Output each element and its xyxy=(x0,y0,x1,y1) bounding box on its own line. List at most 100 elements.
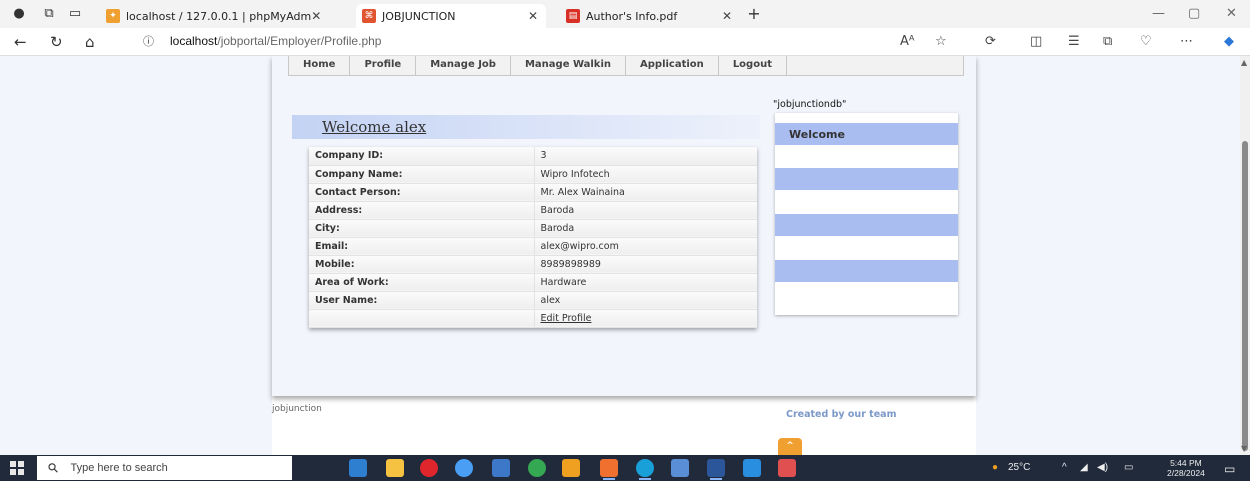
footer-credit: Created by our team xyxy=(786,409,897,420)
browser-essentials-icon[interactable]: ♡ xyxy=(1140,34,1152,49)
favorites-icon[interactable]: ☰ xyxy=(1068,34,1080,49)
profile-avatar-icon[interactable]: ● xyxy=(10,5,28,23)
opera-icon[interactable] xyxy=(420,459,438,477)
scroll-down-arrow-icon[interactable]: ▼ xyxy=(1241,444,1247,453)
table-row: Contact Person: Mr. Alex Wainaina xyxy=(309,183,757,202)
file-explorer-icon[interactable] xyxy=(386,459,404,477)
workspaces-icon[interactable]: ⧉ xyxy=(40,5,58,23)
taskbar-clock[interactable]: 5:44 PM 2/28/2024 xyxy=(1167,458,1205,478)
close-tab-icon[interactable]: ✕ xyxy=(528,9,538,23)
home-icon[interactable]: ⌂ xyxy=(85,33,95,51)
xampp-icon[interactable] xyxy=(600,459,618,480)
menu-profile[interactable]: Profile xyxy=(350,56,417,75)
chrome-icon[interactable] xyxy=(528,459,546,477)
url-host: localhost xyxy=(170,34,218,48)
notifications-icon[interactable]: ▭ xyxy=(1224,462,1235,476)
tab-strip: ● ⧉ ▭ ✦ localhost / 127.0.0.1 | phpMyAdm… xyxy=(0,0,1250,28)
field-value: 8989898989 xyxy=(534,255,757,274)
read-aloud-icon[interactable]: Aᴬ xyxy=(900,34,915,49)
table-row: Area of Work: Hardware xyxy=(309,273,757,292)
field-label: Contact Person: xyxy=(309,183,535,202)
edge-icon[interactable] xyxy=(636,459,654,480)
side-panel: Welcome xyxy=(775,113,958,315)
vlc-icon[interactable] xyxy=(562,459,580,477)
side-band xyxy=(775,260,958,282)
tab-phpmyadmin[interactable]: ✦ localhost / 127.0.0.1 | phpMyAdm ✕ xyxy=(100,4,325,28)
app-icon[interactable] xyxy=(455,459,473,477)
url-field[interactable]: localhost/jobportal/Employer/Profile.php xyxy=(170,34,381,48)
field-label: Mobile: xyxy=(309,255,535,274)
page-scrollbar[interactable]: ▲ ▼ xyxy=(1240,56,1250,455)
menu-logout[interactable]: Logout xyxy=(719,56,787,75)
vscode-icon[interactable] xyxy=(743,459,761,477)
minimize-icon[interactable]: — xyxy=(1152,6,1165,21)
field-value: Mr. Alex Wainaina xyxy=(534,183,757,202)
scroll-to-top-button[interactable]: ^ xyxy=(778,438,802,455)
store-icon[interactable] xyxy=(492,459,510,477)
phpmyadmin-favicon-icon: ✦ xyxy=(106,9,120,23)
table-row: Mobile: 8989898989 xyxy=(309,255,757,274)
tab-jobjunction[interactable]: ⌘ JOBJUNCTION ✕ xyxy=(356,4,546,28)
scrollbar-thumb[interactable] xyxy=(1242,141,1248,451)
tab-title: localhost / 127.0.0.1 | phpMyAdm xyxy=(126,9,312,23)
page-viewport: Home Profile Manage Job Manage Walkin Ap… xyxy=(0,56,1240,455)
menu-manage-walkin[interactable]: Manage Walkin xyxy=(511,56,627,75)
menu-manage-job[interactable]: Manage Job xyxy=(416,56,511,75)
weather-icon[interactable]: ● xyxy=(992,462,998,473)
scroll-up-arrow-icon[interactable]: ▲ xyxy=(1241,58,1247,67)
tab-title: JOBJUNCTION xyxy=(382,9,456,23)
taskbar: ⚲ Type here to search ● 25°C ^ ◢ ◀) ▭ 5:… xyxy=(0,455,1250,481)
jobjunction-favicon-icon: ⌘ xyxy=(362,9,376,23)
volume-icon[interactable]: ◀) xyxy=(1097,462,1108,473)
menu-home[interactable]: Home xyxy=(289,56,351,75)
network-icon[interactable]: ◢ xyxy=(1080,462,1088,473)
restore-icon[interactable]: ▢ xyxy=(1188,6,1200,21)
address-bar: ← ↻ ⌂ ⓘ localhost/jobportal/Employer/Pro… xyxy=(0,28,1250,56)
close-tab-icon[interactable]: ✕ xyxy=(722,9,732,23)
close-window-icon[interactable]: ✕ xyxy=(1226,6,1237,21)
refresh-icon[interactable]: ↻ xyxy=(50,33,63,51)
field-value: Baroda xyxy=(534,201,757,220)
field-value: Wipro Infotech xyxy=(534,165,757,184)
taskbar-search[interactable]: ⚲ Type here to search xyxy=(37,456,292,480)
field-value: alex xyxy=(534,291,757,310)
edit-cell: Edit Profile xyxy=(534,309,757,328)
extensions-icon[interactable]: ⟳ xyxy=(985,34,996,49)
menu-application[interactable]: Application xyxy=(626,56,719,75)
field-value: Hardware xyxy=(534,273,757,292)
table-row: Email: alex@wipro.com xyxy=(309,237,757,256)
table-row: Address: Baroda xyxy=(309,201,757,220)
footer-brand: jobjunction xyxy=(272,404,322,414)
table-row: Edit Profile xyxy=(309,309,757,328)
edit-profile-link[interactable]: Edit Profile xyxy=(541,313,592,324)
database-name: "jobjunctiondb" xyxy=(773,99,847,110)
new-tab-button[interactable]: + xyxy=(745,5,763,23)
field-label: Email: xyxy=(309,237,535,256)
pdf-app-icon[interactable] xyxy=(778,459,796,477)
favorite-star-icon[interactable]: ☆ xyxy=(935,34,947,49)
more-menu-icon[interactable]: ⋯ xyxy=(1180,34,1193,49)
mail-app-icon[interactable] xyxy=(349,459,367,477)
side-band xyxy=(775,168,958,190)
info-icon[interactable]: ⓘ xyxy=(143,33,154,51)
welcome-banner: Welcome alex xyxy=(292,115,760,139)
windows-start-icon[interactable] xyxy=(10,461,24,475)
tab-authors-info[interactable]: ▤ Author's Info.pdf ✕ xyxy=(560,4,740,28)
clock-time: 5:44 PM xyxy=(1170,458,1202,468)
main-menu: Home Profile Manage Job Manage Walkin Ap… xyxy=(288,56,964,76)
table-row: User Name: alex xyxy=(309,291,757,310)
weather-temp[interactable]: 25°C xyxy=(1008,462,1030,473)
tray-chevron-icon[interactable]: ^ xyxy=(1062,462,1067,473)
collections-icon[interactable]: ⧉ xyxy=(1103,34,1112,49)
field-value: Baroda xyxy=(534,219,757,238)
word-icon[interactable] xyxy=(707,459,725,480)
split-screen-icon[interactable]: ◫ xyxy=(1030,34,1042,49)
battery-icon[interactable]: ▭ xyxy=(1124,462,1133,473)
tab-actions-icon[interactable]: ▭ xyxy=(66,5,84,23)
content-area: Home Profile Manage Job Manage Walkin Ap… xyxy=(272,56,976,396)
copilot-icon[interactable]: ◆ xyxy=(1224,34,1234,49)
close-tab-icon[interactable]: ✕ xyxy=(311,9,321,23)
paint-icon[interactable] xyxy=(671,459,689,477)
back-icon[interactable]: ← xyxy=(14,33,27,51)
pdf-favicon-icon: ▤ xyxy=(566,9,580,23)
